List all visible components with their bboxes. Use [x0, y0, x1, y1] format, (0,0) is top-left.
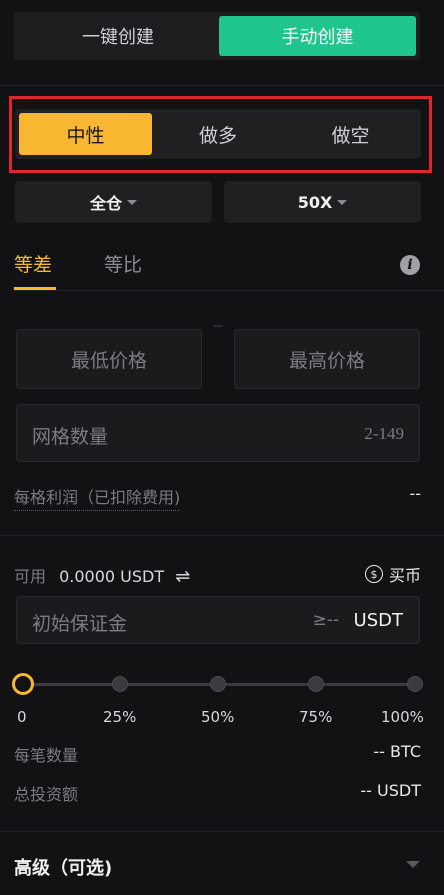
- slider-mark-100[interactable]: [407, 676, 423, 692]
- grid-count-placeholder: 网格数量: [32, 426, 109, 448]
- divider: [0, 535, 444, 536]
- profit-per-grid-value: --: [409, 484, 421, 503]
- advanced-section-toggle[interactable]: 高级（可选): [0, 845, 444, 885]
- direction-neutral-label: 中性: [66, 124, 105, 147]
- price-separator: [213, 325, 223, 327]
- margin-mode-value: 全仓: [89, 194, 122, 213]
- slider-handle[interactable]: [12, 673, 34, 695]
- swap-icon[interactable]: ⇌: [175, 566, 190, 587]
- chevron-down-icon: [127, 199, 137, 205]
- available-value: 0.0000 USDT: [59, 567, 165, 586]
- manual-create-tab[interactable]: 手动创建: [219, 16, 416, 56]
- chevron-down-icon: [406, 861, 420, 868]
- grid-count-input[interactable]: 网格数量 2-149: [16, 404, 420, 462]
- manual-create-label: 手动创建: [281, 27, 354, 48]
- profit-per-grid-text: 每格利润（已扣除费用): [14, 488, 181, 507]
- chevron-down-icon: [337, 199, 348, 205]
- slider-label-25: 25%: [103, 708, 137, 726]
- info-icon[interactable]: i: [400, 255, 420, 275]
- dollar-circle-icon: $: [364, 565, 383, 583]
- divider: [0, 831, 444, 832]
- slider-mark-75[interactable]: [308, 676, 324, 692]
- total-investment-value: -- USDT: [360, 781, 421, 800]
- direction-short-tab[interactable]: 做空: [284, 113, 417, 155]
- direction-long-tab[interactable]: 做多: [152, 113, 284, 155]
- max-price-input[interactable]: 最高价格: [234, 329, 420, 389]
- advanced-label: 高级（可选): [14, 858, 113, 879]
- divider: [14, 290, 444, 291]
- direction-long-label: 做多: [198, 124, 237, 147]
- slider-label-75: 75%: [299, 708, 333, 726]
- amount-slider[interactable]: [12, 672, 432, 698]
- slider-label-0: 0: [17, 708, 27, 726]
- initial-margin-unit: USDT: [353, 610, 403, 631]
- available-balance: 可用 0.0000 USDT ⇌: [14, 563, 190, 587]
- max-price-placeholder: 最高价格: [288, 349, 365, 372]
- tab-geometric-label: 等比: [104, 254, 143, 276]
- available-label: 可用: [14, 567, 47, 586]
- slider-label-50: 50%: [201, 708, 235, 726]
- min-price-placeholder: 最低价格: [70, 349, 147, 372]
- margin-mode-dropdown[interactable]: 全仓: [15, 181, 212, 223]
- slider-mark-25[interactable]: [112, 676, 128, 692]
- per-order-qty-value: -- BTC: [373, 742, 421, 761]
- profit-per-grid-label: 每格利润（已扣除费用): [14, 484, 181, 511]
- initial-margin-placeholder: 初始保证金: [32, 613, 128, 635]
- tab-geometric[interactable]: 等比: [104, 250, 142, 286]
- slider-label-100: 100%: [381, 708, 424, 726]
- leverage-value: 50X: [297, 192, 333, 212]
- buy-coin-button[interactable]: $ 买币: [364, 562, 421, 586]
- divider: [0, 85, 444, 86]
- auto-create-tab[interactable]: 一键创建: [20, 16, 216, 56]
- min-price-input[interactable]: 最低价格: [16, 329, 202, 389]
- buy-coin-label: 买币: [388, 566, 421, 585]
- slider-mark-50[interactable]: [210, 676, 226, 692]
- tab-arithmetic-label: 等差: [14, 254, 53, 276]
- direction-neutral-tab[interactable]: 中性: [19, 113, 152, 155]
- direction-short-label: 做空: [331, 124, 370, 147]
- auto-create-label: 一键创建: [82, 27, 154, 48]
- leverage-dropdown[interactable]: 50X: [224, 181, 421, 223]
- total-investment-label: 总投资额: [14, 785, 79, 804]
- tab-arithmetic[interactable]: 等差: [14, 250, 52, 286]
- initial-margin-input[interactable]: 初始保证金 ≥-- USDT: [16, 596, 420, 644]
- per-order-qty-label: 每笔数量: [14, 746, 79, 765]
- initial-margin-min: ≥--: [312, 610, 339, 630]
- grid-count-range: 2-149: [364, 424, 404, 443]
